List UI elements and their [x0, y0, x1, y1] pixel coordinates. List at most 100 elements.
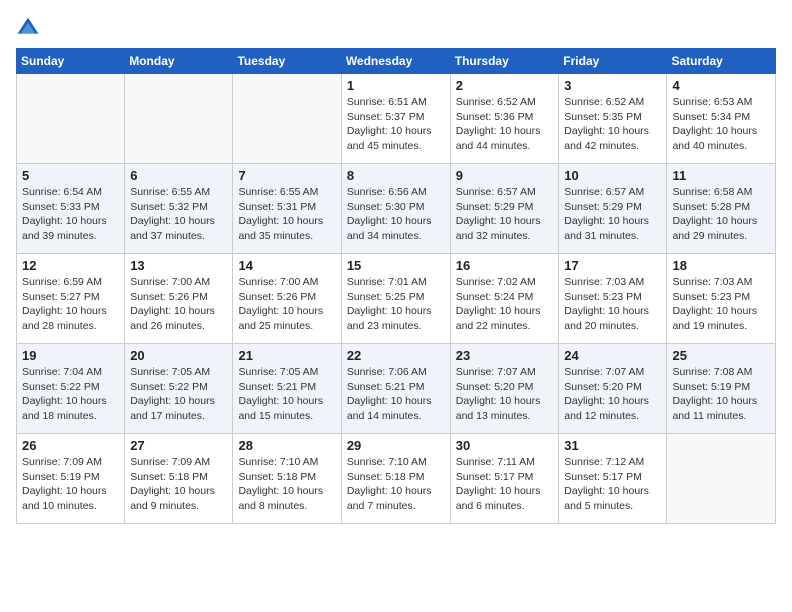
day-info: Sunrise: 7:08 AM Sunset: 5:19 PM Dayligh…: [672, 365, 770, 424]
day-info: Sunrise: 7:09 AM Sunset: 5:18 PM Dayligh…: [130, 455, 227, 514]
column-header-friday: Friday: [559, 49, 667, 74]
calendar-cell: 24 Sunrise: 7:07 AM Sunset: 5:20 PM Dayli…: [559, 344, 667, 434]
calendar-cell: [125, 74, 233, 164]
day-info: Sunrise: 6:54 AM Sunset: 5:33 PM Dayligh…: [22, 185, 119, 244]
day-number: 14: [238, 258, 335, 273]
calendar-table: SundayMondayTuesdayWednesdayThursdayFrid…: [16, 48, 776, 524]
day-number: 24: [564, 348, 661, 363]
calendar-cell: 8 Sunrise: 6:56 AM Sunset: 5:30 PM Daylig…: [341, 164, 450, 254]
day-number: 1: [347, 78, 445, 93]
column-header-monday: Monday: [125, 49, 233, 74]
calendar-cell: 11Sunrise: 6:58 AM Sunset: 5:28 PM Dayli…: [667, 164, 776, 254]
day-info: Sunrise: 6:56 AM Sunset: 5:30 PM Dayligh…: [347, 185, 445, 244]
day-number: 20: [130, 348, 227, 363]
calendar-cell: 20 Sunrise: 7:05 AM Sunset: 5:22 PM Dayli…: [125, 344, 233, 434]
day-number: 8: [347, 168, 445, 183]
calendar-cell: 19 Sunrise: 7:04 AM Sunset: 5:22 PM Dayli…: [17, 344, 125, 434]
calendar-cell: 23 Sunrise: 7:07 AM Sunset: 5:20 PM Dayli…: [450, 344, 559, 434]
calendar-cell: 16 Sunrise: 7:02 AM Sunset: 5:24 PM Dayli…: [450, 254, 559, 344]
calendar-week-row: 26 Sunrise: 7:09 AM Sunset: 5:19 PM Dayli…: [17, 434, 776, 524]
day-info: Sunrise: 7:05 AM Sunset: 5:22 PM Dayligh…: [130, 365, 227, 424]
day-info: Sunrise: 7:00 AM Sunset: 5:26 PM Dayligh…: [130, 275, 227, 334]
day-number: 9: [456, 168, 554, 183]
day-number: 29: [347, 438, 445, 453]
day-number: 22: [347, 348, 445, 363]
column-header-thursday: Thursday: [450, 49, 559, 74]
day-info: Sunrise: 7:05 AM Sunset: 5:21 PM Dayligh…: [238, 365, 335, 424]
day-info: Sunrise: 7:10 AM Sunset: 5:18 PM Dayligh…: [347, 455, 445, 514]
calendar-cell: 21 Sunrise: 7:05 AM Sunset: 5:21 PM Dayli…: [233, 344, 341, 434]
calendar-cell: 4 Sunrise: 6:53 AM Sunset: 5:34 PM Daylig…: [667, 74, 776, 164]
calendar-cell: 2Sunrise: 6:52 AM Sunset: 5:36 PM Daylig…: [450, 74, 559, 164]
calendar-cell: 5 Sunrise: 6:54 AM Sunset: 5:33 PM Daylig…: [17, 164, 125, 254]
calendar-cell: 13 Sunrise: 7:00 AM Sunset: 5:26 PM Dayli…: [125, 254, 233, 344]
day-number: 31: [564, 438, 661, 453]
day-info: Sunrise: 6:57 AM Sunset: 5:29 PM Dayligh…: [564, 185, 661, 244]
day-number: 16: [456, 258, 554, 273]
day-number: 17: [564, 258, 661, 273]
day-info: Sunrise: 6:57 AM Sunset: 5:29 PM Dayligh…: [456, 185, 554, 244]
column-header-saturday: Saturday: [667, 49, 776, 74]
day-number: 27: [130, 438, 227, 453]
day-info: Sunrise: 6:55 AM Sunset: 5:31 PM Dayligh…: [238, 185, 335, 244]
day-info: Sunrise: 6:51 AM Sunset: 5:37 PM Dayligh…: [347, 95, 445, 154]
day-number: 5: [22, 168, 119, 183]
day-number: 15: [347, 258, 445, 273]
day-info: Sunrise: 7:10 AM Sunset: 5:18 PM Dayligh…: [238, 455, 335, 514]
day-number: 19: [22, 348, 119, 363]
calendar-cell: 15 Sunrise: 7:01 AM Sunset: 5:25 PM Dayli…: [341, 254, 450, 344]
calendar-cell: 9 Sunrise: 6:57 AM Sunset: 5:29 PM Daylig…: [450, 164, 559, 254]
day-number: 13: [130, 258, 227, 273]
calendar-cell: 10Sunrise: 6:57 AM Sunset: 5:29 PM Dayli…: [559, 164, 667, 254]
calendar-week-row: 1 Sunrise: 6:51 AM Sunset: 5:37 PM Daylig…: [17, 74, 776, 164]
day-number: 28: [238, 438, 335, 453]
calendar-cell: 25Sunrise: 7:08 AM Sunset: 5:19 PM Dayli…: [667, 344, 776, 434]
calendar-cell: 31 Sunrise: 7:12 AM Sunset: 5:17 PM Dayli…: [559, 434, 667, 524]
calendar-week-row: 19 Sunrise: 7:04 AM Sunset: 5:22 PM Dayli…: [17, 344, 776, 434]
calendar-cell: 3Sunrise: 6:52 AM Sunset: 5:35 PM Daylig…: [559, 74, 667, 164]
column-header-wednesday: Wednesday: [341, 49, 450, 74]
column-header-sunday: Sunday: [17, 49, 125, 74]
day-info: Sunrise: 7:02 AM Sunset: 5:24 PM Dayligh…: [456, 275, 554, 334]
day-info: Sunrise: 7:03 AM Sunset: 5:23 PM Dayligh…: [672, 275, 770, 334]
calendar-cell: [233, 74, 341, 164]
calendar-week-row: 5 Sunrise: 6:54 AM Sunset: 5:33 PM Daylig…: [17, 164, 776, 254]
day-number: 7: [238, 168, 335, 183]
day-info: Sunrise: 6:53 AM Sunset: 5:34 PM Dayligh…: [672, 95, 770, 154]
day-info: Sunrise: 7:04 AM Sunset: 5:22 PM Dayligh…: [22, 365, 119, 424]
day-info: Sunrise: 7:11 AM Sunset: 5:17 PM Dayligh…: [456, 455, 554, 514]
calendar-cell: 22 Sunrise: 7:06 AM Sunset: 5:21 PM Dayli…: [341, 344, 450, 434]
calendar-cell: 27 Sunrise: 7:09 AM Sunset: 5:18 PM Dayli…: [125, 434, 233, 524]
day-info: Sunrise: 7:07 AM Sunset: 5:20 PM Dayligh…: [456, 365, 554, 424]
calendar-cell: [17, 74, 125, 164]
day-number: 30: [456, 438, 554, 453]
day-info: Sunrise: 7:00 AM Sunset: 5:26 PM Dayligh…: [238, 275, 335, 334]
day-info: Sunrise: 7:01 AM Sunset: 5:25 PM Dayligh…: [347, 275, 445, 334]
calendar-cell: 30 Sunrise: 7:11 AM Sunset: 5:17 PM Dayli…: [450, 434, 559, 524]
day-number: 4: [672, 78, 770, 93]
day-info: Sunrise: 7:12 AM Sunset: 5:17 PM Dayligh…: [564, 455, 661, 514]
day-info: Sunrise: 6:58 AM Sunset: 5:28 PM Dayligh…: [672, 185, 770, 244]
day-number: 6: [130, 168, 227, 183]
logo: [16, 16, 44, 40]
calendar-header-row: SundayMondayTuesdayWednesdayThursdayFrid…: [17, 49, 776, 74]
day-info: Sunrise: 7:06 AM Sunset: 5:21 PM Dayligh…: [347, 365, 445, 424]
calendar-cell: 14 Sunrise: 7:00 AM Sunset: 5:26 PM Dayli…: [233, 254, 341, 344]
day-info: Sunrise: 6:55 AM Sunset: 5:32 PM Dayligh…: [130, 185, 227, 244]
day-info: Sunrise: 7:03 AM Sunset: 5:23 PM Dayligh…: [564, 275, 661, 334]
day-number: 3: [564, 78, 661, 93]
day-number: 26: [22, 438, 119, 453]
calendar-cell: 6 Sunrise: 6:55 AM Sunset: 5:32 PM Daylig…: [125, 164, 233, 254]
day-info: Sunrise: 6:59 AM Sunset: 5:27 PM Dayligh…: [22, 275, 119, 334]
day-number: 21: [238, 348, 335, 363]
day-number: 23: [456, 348, 554, 363]
day-info: Sunrise: 7:07 AM Sunset: 5:20 PM Dayligh…: [564, 365, 661, 424]
calendar-cell: 7 Sunrise: 6:55 AM Sunset: 5:31 PM Daylig…: [233, 164, 341, 254]
calendar-cell: 18Sunrise: 7:03 AM Sunset: 5:23 PM Dayli…: [667, 254, 776, 344]
header: [16, 16, 776, 40]
calendar-cell: 12Sunrise: 6:59 AM Sunset: 5:27 PM Dayli…: [17, 254, 125, 344]
day-info: Sunrise: 6:52 AM Sunset: 5:36 PM Dayligh…: [456, 95, 554, 154]
day-info: Sunrise: 7:09 AM Sunset: 5:19 PM Dayligh…: [22, 455, 119, 514]
calendar-week-row: 12Sunrise: 6:59 AM Sunset: 5:27 PM Dayli…: [17, 254, 776, 344]
calendar-cell: 1 Sunrise: 6:51 AM Sunset: 5:37 PM Daylig…: [341, 74, 450, 164]
